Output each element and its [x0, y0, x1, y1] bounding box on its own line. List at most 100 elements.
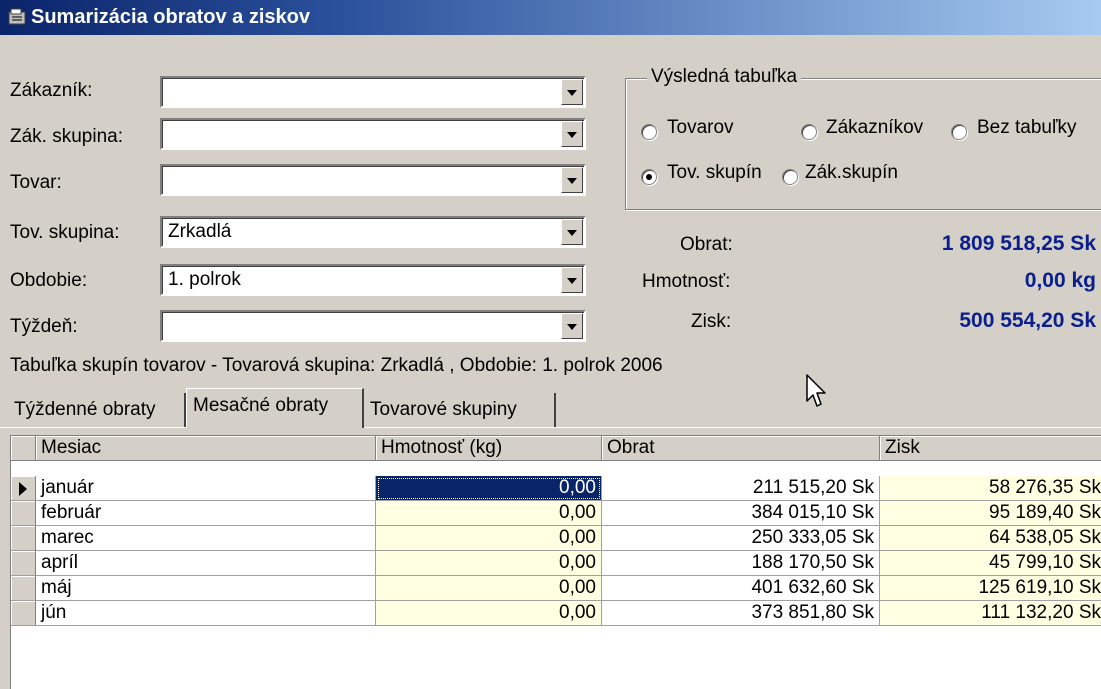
customer-group-dropdown-button[interactable] [561, 121, 583, 147]
table-row[interactable]: január 0,00 211 515,20 Sk 58 276,35 Sk [11, 476, 1101, 501]
period-label: Obdobie: [10, 270, 88, 291]
obrat-value: 1 809 518,25 Sk [941, 232, 1096, 255]
row-indicator[interactable] [11, 576, 36, 601]
customer-group-combo[interactable] [160, 118, 586, 150]
row-pointer-icon [19, 482, 27, 496]
cell-hmotnost[interactable]: 0,00 [376, 551, 602, 576]
product-group-label: Tov. skupina: [10, 222, 120, 243]
week-label: Týždeň: [10, 316, 78, 337]
cell-zisk[interactable]: 45 799,10 Sk [880, 551, 1101, 576]
chevron-down-icon [567, 132, 577, 138]
chevron-down-icon [567, 324, 577, 330]
period-combo[interactable]: 1. polrok [160, 264, 586, 296]
cell-hmotnost[interactable]: 0,00 [376, 476, 602, 501]
radio-zakaznikov[interactable] [801, 124, 817, 140]
product-label: Tovar: [10, 172, 62, 193]
radio-tov-skupin-label[interactable]: Tov. skupín [667, 162, 762, 184]
product-dropdown-button[interactable] [561, 167, 583, 193]
app-icon [8, 8, 26, 25]
cell-obrat[interactable]: 211 515,20 Sk [602, 476, 880, 501]
tab-tyzdenne-obraty-label: Týždenné obraty [14, 399, 156, 420]
mouse-pointer-icon [806, 374, 826, 407]
chevron-down-icon [567, 90, 577, 96]
row-indicator[interactable] [11, 551, 36, 576]
period-combo-value: 1. polrok [168, 269, 241, 290]
cell-hmotnost[interactable]: 0,00 [376, 526, 602, 551]
tab-divider [0, 427, 1101, 428]
cell-mesiac[interactable]: apríl [36, 551, 376, 576]
result-table-title: Výsledná tabuľka [647, 66, 802, 88]
cell-mesiac[interactable]: marec [36, 526, 376, 551]
header-obrat[interactable]: Obrat [602, 436, 880, 461]
product-group-dropdown-button[interactable] [561, 219, 583, 245]
cell-mesiac[interactable]: február [36, 501, 376, 526]
cell-obrat[interactable]: 401 632,60 Sk [602, 576, 880, 601]
radio-bez-tabulky[interactable] [951, 124, 967, 140]
radio-tovarov-label[interactable]: Tovarov [667, 117, 734, 139]
cell-hmotnost[interactable]: 0,00 [376, 576, 602, 601]
header-zisk[interactable]: Zisk [880, 436, 1101, 461]
customer-dropdown-button[interactable] [561, 79, 583, 105]
result-table-groupbox [625, 78, 1101, 210]
zisk-label: Zisk: [691, 311, 732, 332]
tab-tovarove-skupiny[interactable]: Tovarové skupiny [364, 393, 556, 427]
status-text: Tabuľka skupín tovarov - Tovarová skupin… [10, 355, 663, 376]
radio-zak-skupin[interactable] [782, 169, 798, 185]
chevron-down-icon [567, 178, 577, 184]
cell-zisk[interactable]: 58 276,35 Sk [880, 476, 1101, 501]
cell-hmotnost[interactable]: 0,00 [376, 601, 602, 626]
table-row[interactable]: marec 0,00 250 333,05 Sk 64 538,05 Sk [11, 526, 1101, 551]
period-dropdown-button[interactable] [561, 267, 583, 293]
customer-group-label: Zák. skupina: [10, 126, 123, 147]
cell-zisk[interactable]: 125 619,10 Sk [880, 576, 1101, 601]
week-combo[interactable] [160, 310, 586, 342]
zisk-value: 500 554,20 Sk [959, 309, 1096, 332]
cell-obrat[interactable]: 384 015,10 Sk [602, 501, 880, 526]
row-indicator[interactable] [11, 476, 36, 501]
cell-obrat[interactable]: 373 851,80 Sk [602, 601, 880, 626]
cell-zisk[interactable]: 111 132,20 Sk [880, 601, 1101, 626]
cell-zisk[interactable]: 64 538,05 Sk [880, 526, 1101, 551]
monthly-grid[interactable]: Mesiac Hmotnosť (kg) Obrat Zisk január 0… [10, 435, 1101, 689]
table-row[interactable]: apríl 0,00 188 170,50 Sk 45 799,10 Sk [11, 551, 1101, 576]
row-indicator[interactable] [11, 601, 36, 626]
table-row[interactable]: jún 0,00 373 851,80 Sk 111 132,20 Sk [11, 601, 1101, 626]
radio-zakaznikov-label[interactable]: Zákazníkov [826, 117, 923, 139]
table-row[interactable]: máj 0,00 401 632,60 Sk 125 619,10 Sk [11, 576, 1101, 601]
header-hmotnost[interactable]: Hmotnosť (kg) [376, 436, 602, 461]
product-group-combo[interactable]: Zrkadlá [160, 216, 586, 248]
cell-obrat[interactable]: 250 333,05 Sk [602, 526, 880, 551]
tab-tovarove-skupiny-label: Tovarové skupiny [370, 399, 517, 420]
radio-tovarov[interactable] [641, 124, 657, 140]
tab-tyzdenne-obraty[interactable]: Týždenné obraty [8, 393, 186, 427]
table-row[interactable]: február 0,00 384 015,10 Sk 95 189,40 Sk [11, 501, 1101, 526]
cell-mesiac[interactable]: máj [36, 576, 376, 601]
radio-zak-skupin-label[interactable]: Zák.skupín [805, 162, 898, 184]
product-combo[interactable] [160, 164, 586, 196]
radio-bez-tabulky-label[interactable]: Bez tabuľky [977, 117, 1077, 139]
cell-zisk[interactable]: 95 189,40 Sk [880, 501, 1101, 526]
tab-mesacne-obraty-label: Mesačné obraty [193, 395, 329, 416]
product-group-combo-value: Zrkadlá [168, 221, 232, 242]
header-mesiac[interactable]: Mesiac [36, 436, 376, 461]
week-dropdown-button[interactable] [561, 313, 583, 339]
title-bar[interactable]: Sumarizácia obratov a ziskov [0, 0, 1101, 35]
customer-label: Zákazník: [10, 80, 93, 101]
obrat-label: Obrat: [680, 234, 733, 255]
cell-obrat[interactable]: 188 170,50 Sk [602, 551, 880, 576]
customer-combo[interactable] [160, 76, 586, 108]
cell-mesiac[interactable]: január [36, 476, 376, 501]
radio-tov-skupin[interactable] [641, 169, 657, 185]
header-indicator [11, 436, 36, 461]
chevron-down-icon [567, 230, 577, 236]
cell-hmotnost[interactable]: 0,00 [376, 501, 602, 526]
hmotnost-value: 0,00 kg [1024, 269, 1096, 292]
chevron-down-icon [567, 278, 577, 284]
cell-mesiac[interactable]: jún [36, 601, 376, 626]
hmotnost-label: Hmotnosť: [642, 271, 731, 292]
grid-header: Mesiac Hmotnosť (kg) Obrat Zisk [11, 436, 1101, 461]
row-indicator[interactable] [11, 526, 36, 551]
window-title: Sumarizácia obratov a ziskov [31, 6, 311, 28]
tab-mesacne-obraty[interactable]: Mesačné obraty [186, 388, 364, 428]
row-indicator[interactable] [11, 501, 36, 526]
